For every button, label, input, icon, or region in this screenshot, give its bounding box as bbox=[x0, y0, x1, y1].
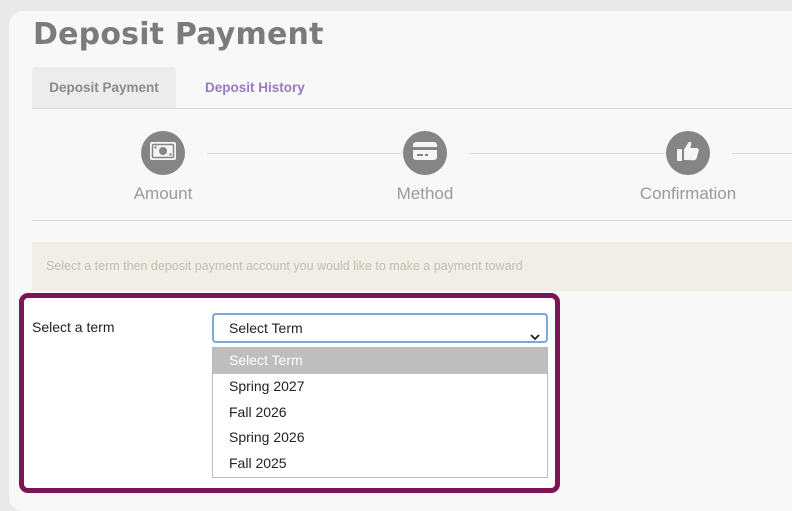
term-label: Select a term bbox=[32, 319, 115, 335]
term-option[interactable]: Select Term bbox=[213, 348, 547, 374]
thumbs-up-icon bbox=[676, 140, 700, 167]
step-connector bbox=[732, 153, 792, 154]
step-label-method: Method bbox=[396, 184, 454, 203]
page-title: Deposit Payment bbox=[33, 17, 324, 52]
term-option[interactable]: Spring 2026 bbox=[213, 425, 547, 451]
tab-deposit-payment[interactable]: Deposit Payment bbox=[32, 67, 176, 108]
instruction-alert: Select a term then deposit payment accou… bbox=[32, 242, 792, 291]
term-select-value: Select Term bbox=[229, 320, 303, 336]
step-amount bbox=[141, 131, 185, 175]
payment-stepper: Amount Method Confirmation bbox=[32, 108, 792, 221]
term-option[interactable]: Fall 2025 bbox=[213, 451, 547, 477]
step-connector bbox=[470, 153, 665, 154]
step-label-confirmation: Confirmation bbox=[639, 184, 737, 203]
term-dropdown-list: Select Term Spring 2027 Fall 2026 Spring… bbox=[212, 347, 548, 478]
chevron-down-icon bbox=[530, 323, 540, 349]
tab-deposit-history[interactable]: Deposit History bbox=[205, 67, 305, 108]
tab-bar: Deposit Payment Deposit History bbox=[32, 67, 792, 109]
term-select[interactable]: Select Term bbox=[212, 313, 548, 343]
step-method bbox=[403, 131, 447, 175]
step-connector bbox=[207, 153, 402, 154]
term-option[interactable]: Fall 2026 bbox=[213, 400, 547, 426]
step-confirmation bbox=[666, 131, 710, 175]
term-option[interactable]: Spring 2027 bbox=[213, 374, 547, 400]
credit-card-icon bbox=[412, 141, 438, 166]
step-label-amount: Amount bbox=[133, 184, 193, 203]
money-icon bbox=[149, 141, 177, 166]
